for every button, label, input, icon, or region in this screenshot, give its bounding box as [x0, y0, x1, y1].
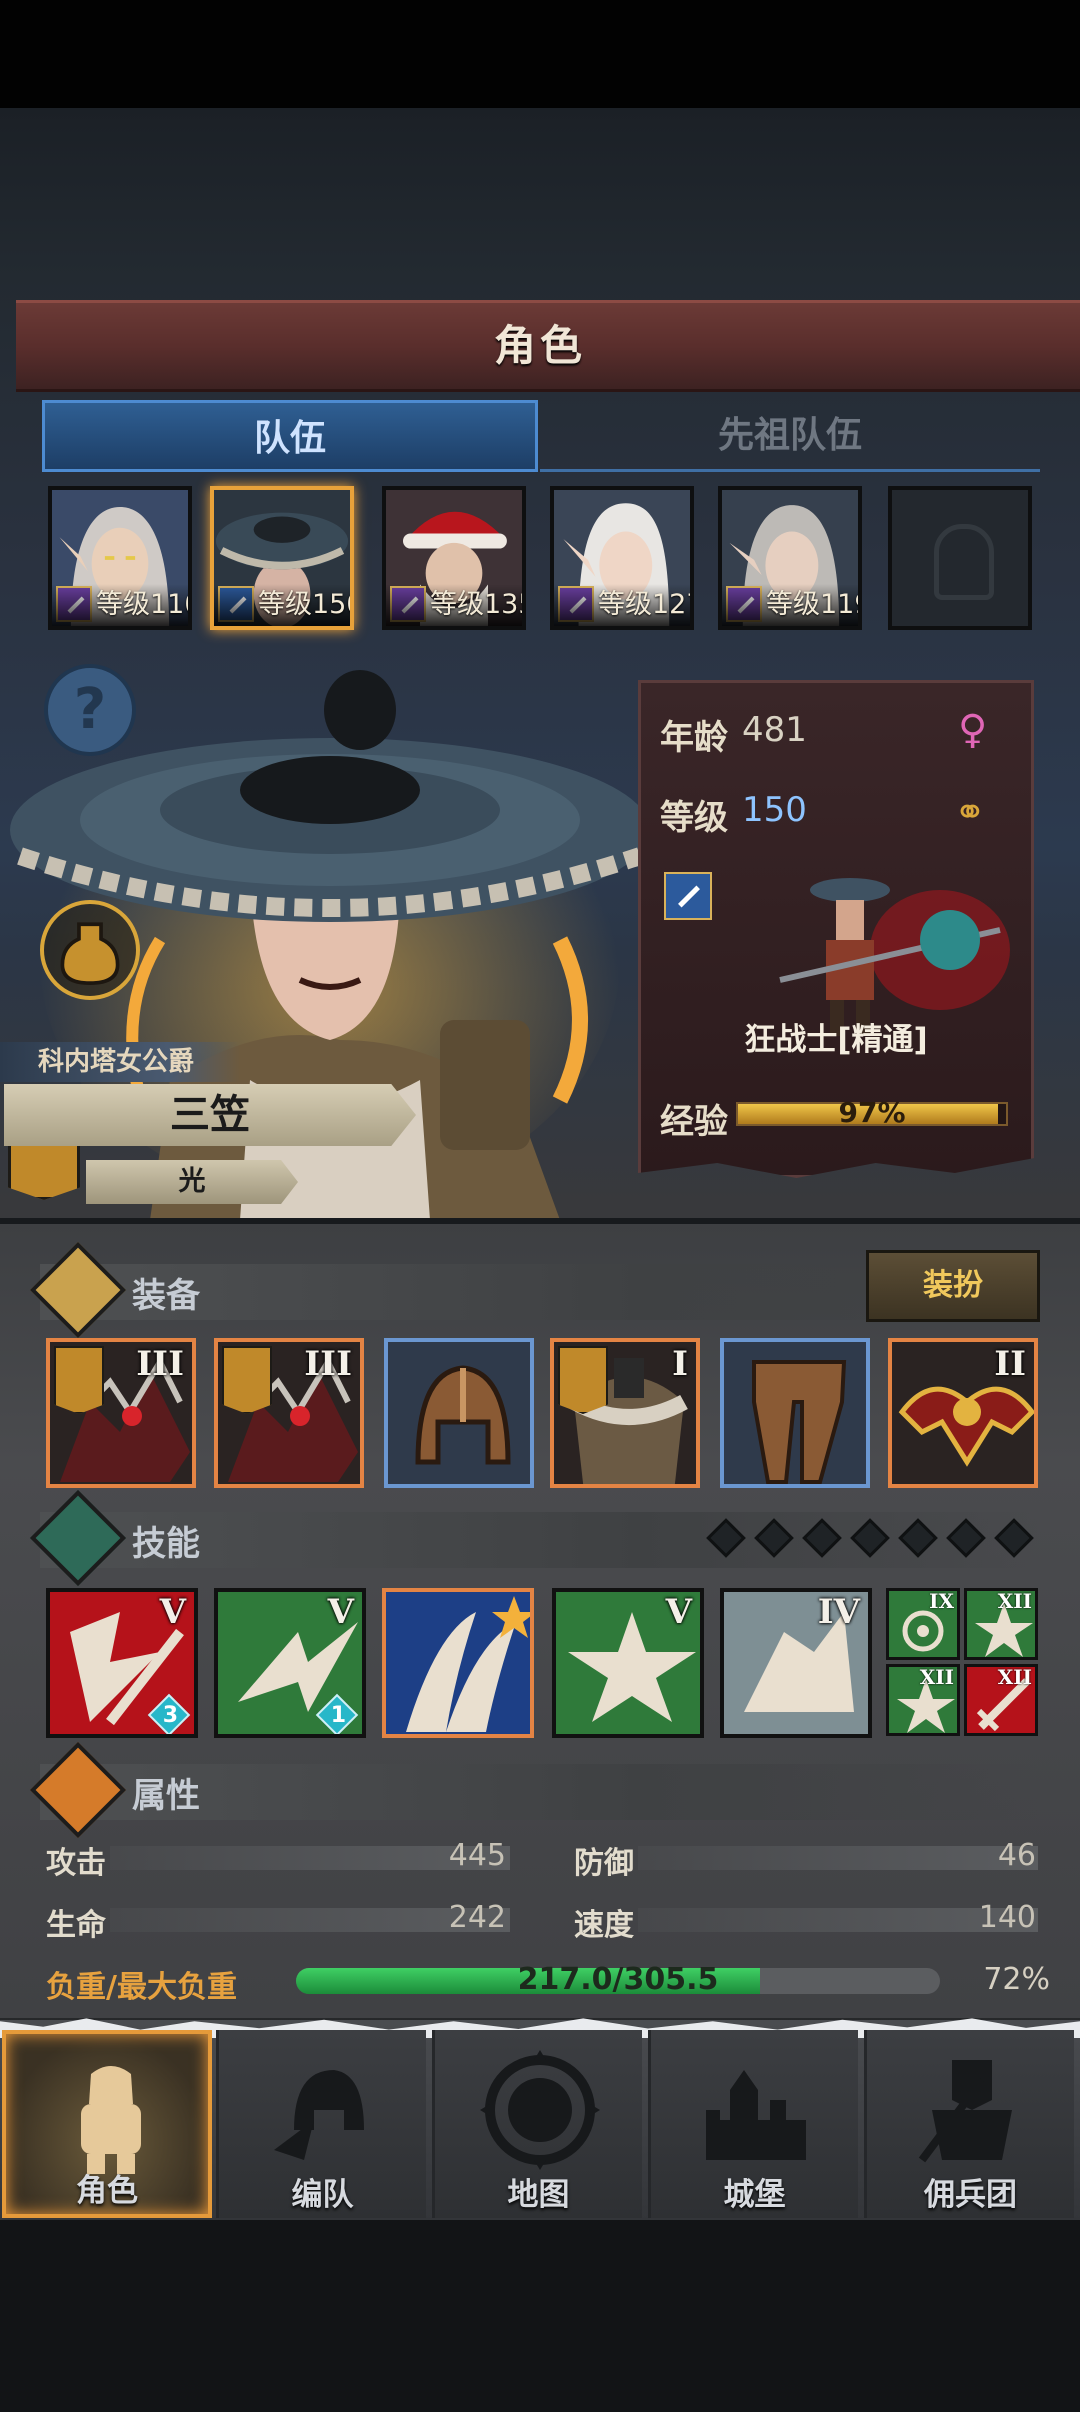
outfit-button[interactable]: 装扮 [866, 1250, 1040, 1322]
skill-slot-1[interactable]: V 3 [46, 1588, 198, 1738]
stat-attack-label: 攻击 [46, 1846, 106, 1881]
equip-tier: I [672, 1344, 688, 1384]
nav-mercenary[interactable]: 佣兵团 [864, 2030, 1074, 2218]
stat-speed-label: 速度 [574, 1908, 634, 1943]
equip-slot-armor[interactable]: I [550, 1338, 700, 1488]
gem-count: 1 [330, 1703, 346, 1728]
banner-badge-icon [54, 1346, 104, 1414]
passive-slot-1[interactable]: IX [886, 1588, 960, 1660]
nav-label: 角色 [76, 2173, 138, 2209]
potion-button[interactable] [40, 900, 140, 1000]
knight-icon [81, 2066, 141, 2174]
stat-hp-value: 242 [448, 1900, 506, 1935]
character-element: 光 [86, 1160, 298, 1204]
roster-empty-slot[interactable] [888, 486, 1032, 630]
age-value: 481 [742, 710, 807, 750]
age-label: 年龄 [660, 718, 728, 758]
skill-slot-3[interactable] [382, 1588, 534, 1738]
skill-tier: IV [817, 1592, 860, 1632]
class-figure-icon [779, 878, 1010, 1036]
skill-tier: V [327, 1592, 354, 1632]
passive-tier: XII [997, 1665, 1032, 1689]
passive-tier: XII [997, 1589, 1032, 1613]
claw-strike-skill-icon [406, 1596, 530, 1732]
skills-title: 技能 [132, 1524, 200, 1564]
bottom-area [0, 2220, 1080, 2412]
equip-tier: III [304, 1344, 352, 1384]
roster-hero-2[interactable]: 等级150 [210, 486, 354, 630]
tab-ancestor-team[interactable]: 先祖队伍 [540, 400, 1040, 472]
banner-badge-icon [222, 1346, 272, 1414]
exp-value: 97% [838, 1096, 906, 1129]
castle-icon [706, 2070, 806, 2160]
status-bar-area [0, 0, 1080, 108]
helmet-icon [415, 1365, 511, 1465]
skill-tier: V [665, 1592, 692, 1632]
class-name: 狂战士[精通] [744, 1022, 928, 1058]
leg-armor-icon [752, 1360, 847, 1484]
nav-castle[interactable]: 城堡 [648, 2030, 858, 2218]
banner-badge-icon [558, 1346, 608, 1414]
passive-tier: IX [929, 1589, 954, 1613]
help-button[interactable]: ? [44, 664, 136, 756]
exp-label: 经验 [660, 1102, 728, 1142]
empty-helmet-icon [934, 524, 994, 600]
hero-level: 等级119 [722, 584, 858, 626]
stat-defense-value: 46 [997, 1838, 1036, 1873]
roster-hero-5[interactable]: 等级119 [718, 486, 862, 630]
passive-tier: XII [919, 1665, 954, 1689]
nav-label: 佣兵团 [924, 2177, 1017, 2213]
passive-slot-3[interactable]: XII [886, 1664, 960, 1736]
nav-label: 地图 [507, 2177, 570, 2213]
equip-tier: II [994, 1344, 1026, 1384]
roster-hero-4[interactable]: 等级127 [550, 486, 694, 630]
equip-tier: III [136, 1344, 184, 1384]
attributes-title: 属性 [132, 1776, 200, 1816]
skill-slot-4[interactable]: V [552, 1588, 704, 1738]
load-label: 负重/最大负重 [46, 1970, 237, 2005]
roster-hero-1[interactable]: 等级110 [48, 486, 192, 630]
load-value: 217.0/305.5 [517, 1962, 719, 1997]
passive-slot-4[interactable]: XII [964, 1664, 1038, 1736]
mercenary-icon [918, 2060, 1012, 2163]
equip-slot-weapon-2[interactable]: III [214, 1338, 364, 1488]
equip-slot-weapon-1[interactable]: III [46, 1338, 196, 1488]
ring-icon[interactable]: ⚭ [954, 792, 998, 832]
stat-speed-value: 140 [978, 1900, 1036, 1935]
stat-attack-value: 445 [448, 1838, 506, 1873]
equipment-title: 装备 [132, 1276, 200, 1316]
hero-level: 等级135 [386, 584, 522, 626]
equip-slot-accessory[interactable]: II [888, 1338, 1038, 1488]
nav-character[interactable]: 角色 [2, 2030, 212, 2218]
class-icon [664, 872, 712, 920]
load-percent: 72% [983, 1962, 1050, 1997]
skill-slot-5[interactable]: IV [720, 1588, 872, 1738]
character-title: 科内塔女公爵 [0, 1042, 240, 1082]
nav-label: 编队 [291, 2177, 354, 2213]
tab-team[interactable]: 队伍 [42, 400, 538, 472]
skill-tier: V [159, 1592, 186, 1632]
page-title: 角色 [493, 321, 586, 370]
stat-defense-label: 防御 [574, 1846, 634, 1881]
female-gender-icon: ♀ [958, 707, 988, 753]
equip-slot-helmet[interactable] [384, 1338, 534, 1488]
skill-slot-2[interactable]: V 1 [214, 1588, 366, 1738]
hero-level: 等级127 [554, 584, 690, 626]
world-map-icon [480, 2050, 600, 2170]
formation-helmet-icon [274, 2070, 364, 2160]
stat-hp-label: 生命 [46, 1908, 106, 1943]
equip-slot-legs[interactable] [720, 1338, 870, 1488]
nav-map[interactable]: 地图 [432, 2030, 642, 2218]
nav-formation[interactable]: 编队 [216, 2030, 426, 2218]
hero-level: 等级110 [52, 584, 188, 626]
gem-count: 3 [162, 1703, 178, 1728]
hero-level: 等级150 [214, 584, 350, 626]
level-value: 150 [742, 790, 807, 830]
passive-slot-2[interactable]: XII [964, 1588, 1038, 1660]
level-label: 等级 [660, 798, 728, 838]
character-name[interactable]: 三笠 [4, 1084, 416, 1146]
nav-label: 城堡 [723, 2177, 786, 2213]
roster-hero-3[interactable]: 等级135 [382, 486, 526, 630]
